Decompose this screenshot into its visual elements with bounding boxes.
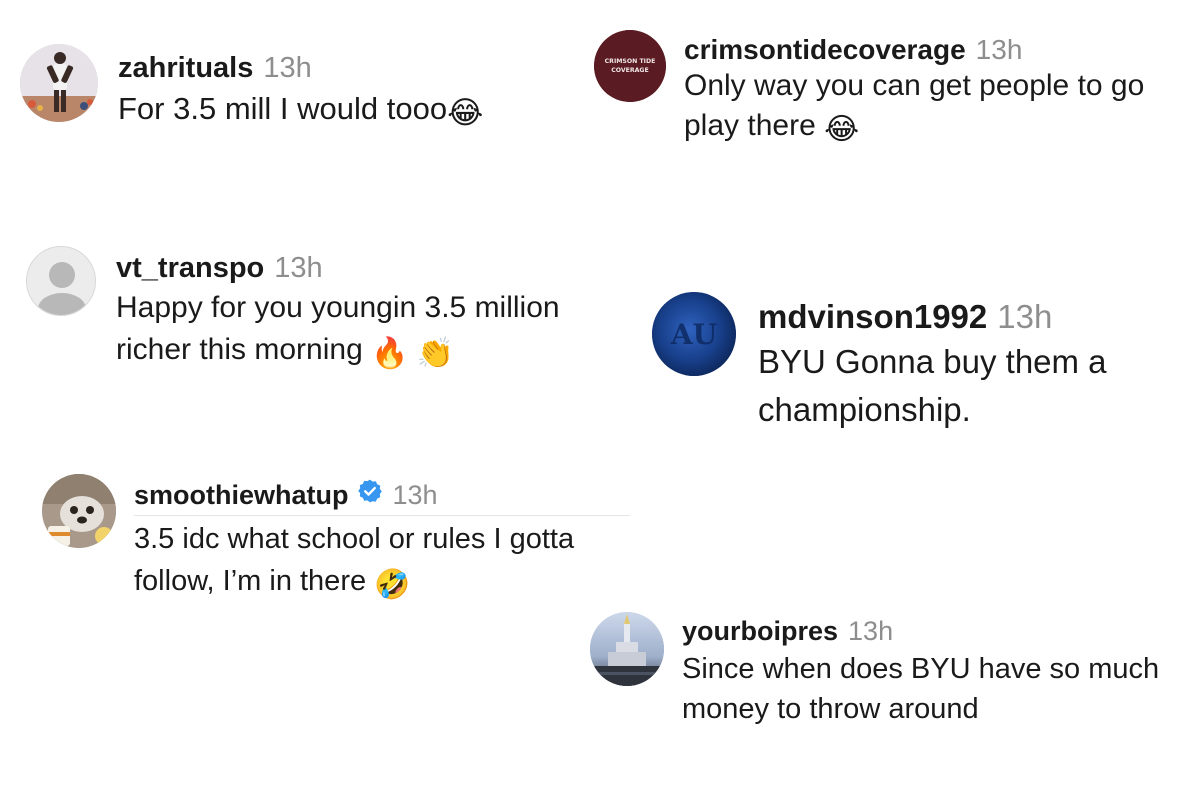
- avatar[interactable]: [26, 246, 96, 316]
- comment-text-content: BYU Gonna buy them a championship.: [758, 343, 1107, 428]
- fire-icon: 🔥: [371, 337, 409, 370]
- comment-text-content: 3.5 idc what school or rules I gotta fol…: [134, 523, 575, 597]
- comment-text-content: For 3.5 mill I would tooo: [118, 91, 448, 126]
- avatar[interactable]: AU: [652, 292, 736, 376]
- comment-text: 3.5 idc what school or rules I gotta fol…: [134, 518, 634, 606]
- avatar[interactable]: [42, 474, 116, 548]
- timestamp[interactable]: 13h: [976, 34, 1023, 66]
- avatar[interactable]: CRIMSON TIDE COVERAGE: [594, 30, 666, 102]
- comment-body: vt_transpo 13h Happy for you youngin 3.5…: [116, 252, 636, 375]
- comment-text: Since when does BYU have so much money t…: [682, 649, 1192, 729]
- svg-text:COVERAGE: COVERAGE: [611, 67, 649, 74]
- comment: smoothiewhatup 13h 3.5 idc what school o…: [42, 474, 634, 606]
- comment-header: vt_transpo 13h: [116, 252, 636, 285]
- comment-header: smoothiewhatup 13h: [134, 478, 630, 516]
- comment-text-content: Only way you can get people to go play t…: [684, 69, 1145, 142]
- comment-body: crimsontidecoverage 13h Only way you can…: [684, 34, 1184, 150]
- auburn-logo-icon: AU: [652, 292, 736, 376]
- face-with-tears-of-joy-icon: 😂: [447, 95, 484, 130]
- timestamp[interactable]: 13h: [263, 52, 311, 85]
- rolling-on-floor-laughing-icon: 🤣: [374, 569, 411, 601]
- temple-photo-icon: [590, 612, 664, 686]
- comment: zahrituals 13h For 3.5 mill I would tooo…: [20, 44, 483, 131]
- verified-badge-icon: [357, 478, 383, 511]
- face-with-tears-of-joy-icon: 😂: [824, 113, 860, 146]
- comment-header: mdvinson1992 13h: [758, 298, 1178, 336]
- crimson-tide-logo-icon: CRIMSON TIDE COVERAGE: [594, 30, 666, 102]
- username[interactable]: zahrituals: [118, 52, 253, 85]
- comment: vt_transpo 13h Happy for you youngin 3.5…: [26, 246, 636, 375]
- comment-body: yourboipres 13h Since when does BYU have…: [682, 616, 1192, 729]
- comment: CRIMSON TIDE COVERAGE crimsontidecoverag…: [594, 30, 1184, 150]
- timestamp[interactable]: 13h: [997, 298, 1052, 336]
- username[interactable]: crimsontidecoverage: [684, 34, 966, 66]
- timestamp[interactable]: 13h: [848, 616, 893, 647]
- svg-text:CRIMSON TIDE: CRIMSON TIDE: [605, 58, 656, 65]
- timestamp[interactable]: 13h: [393, 480, 438, 511]
- username[interactable]: mdvinson1992: [758, 298, 987, 336]
- comment-body: smoothiewhatup 13h 3.5 idc what school o…: [134, 478, 634, 606]
- clapping-hands-icon: 👏: [416, 337, 455, 370]
- player-photo-icon: [20, 44, 98, 122]
- username[interactable]: yourboipres: [682, 616, 838, 647]
- timestamp[interactable]: 13h: [274, 252, 322, 285]
- username[interactable]: vt_transpo: [116, 252, 264, 285]
- comment-header: yourboipres 13h: [682, 616, 1192, 647]
- comment-text: BYU Gonna buy them a championship.: [758, 338, 1178, 434]
- comment-body: mdvinson1992 13h BYU Gonna buy them a ch…: [758, 298, 1178, 434]
- comment-text: Happy for you youngin 3.5 million richer…: [116, 287, 636, 375]
- svg-text:AU: AU: [670, 318, 717, 351]
- comment-header: zahrituals 13h: [118, 52, 483, 85]
- comment: yourboipres 13h Since when does BYU have…: [590, 612, 1192, 729]
- avatar[interactable]: [590, 612, 664, 686]
- comment-text-content: Happy for you youngin 3.5 million richer…: [116, 291, 560, 366]
- avatar[interactable]: [20, 44, 98, 122]
- dog-photo-icon: [42, 474, 116, 548]
- comment-body: zahrituals 13h For 3.5 mill I would tooo…: [118, 52, 483, 131]
- comment-text: For 3.5 mill I would tooo😂: [118, 91, 483, 131]
- comment-header: crimsontidecoverage 13h: [684, 34, 1184, 66]
- comment-text: Only way you can get people to go play t…: [684, 66, 1184, 150]
- comment: AU mdvinson1992 13h BYU Gonna buy them a…: [652, 292, 1178, 434]
- username[interactable]: smoothiewhatup: [134, 480, 349, 511]
- comment-text-content: Since when does BYU have so much money t…: [682, 653, 1160, 725]
- default-user-icon: [27, 247, 95, 315]
